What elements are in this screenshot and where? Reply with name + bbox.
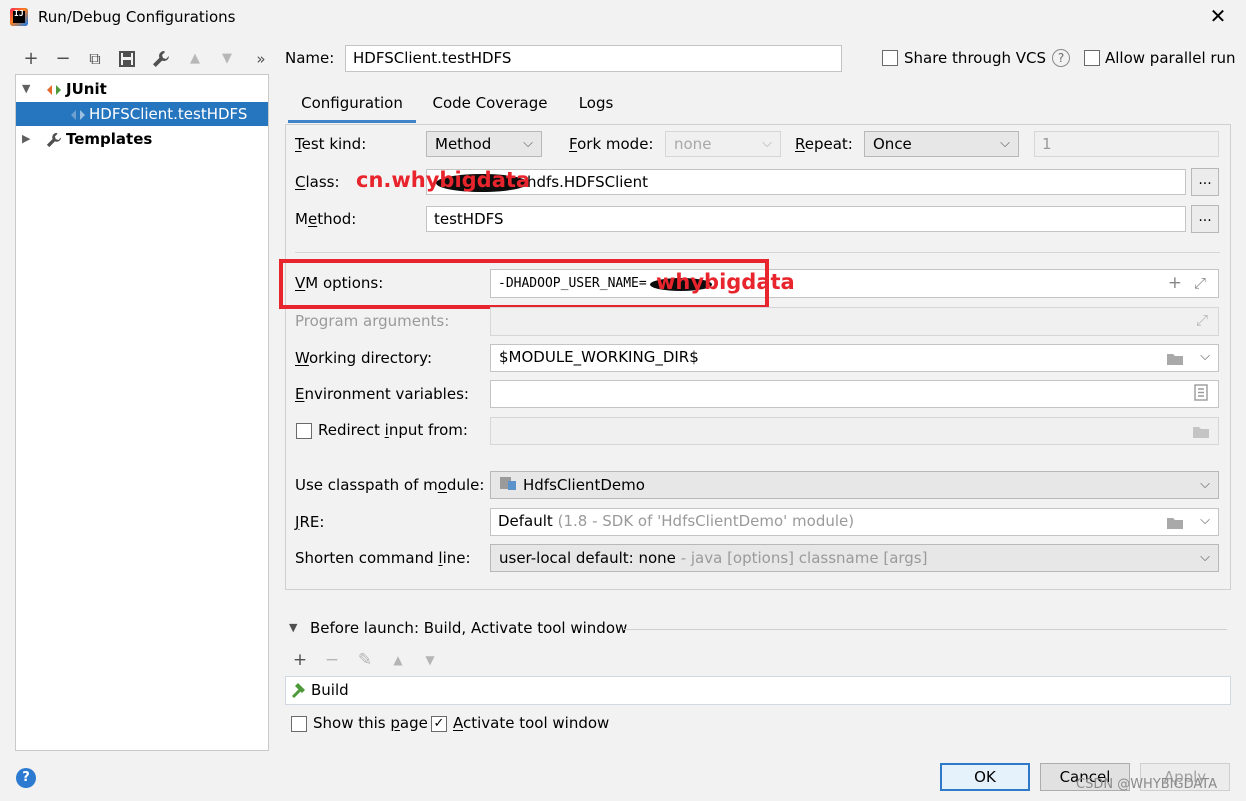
test-kind-select[interactable]: Method ⌵ xyxy=(426,131,542,157)
help-icon[interactable]: ? xyxy=(1052,49,1070,67)
config-tree[interactable]: ▼ JUnit HDFSClient.testHDFS ▶ Templates xyxy=(15,74,269,751)
module-icon xyxy=(499,473,517,499)
tab-code-coverage[interactable]: Code Coverage xyxy=(425,93,555,123)
tab-configuration[interactable]: Configuration xyxy=(288,93,416,123)
list-item[interactable]: Build xyxy=(286,679,1230,703)
expand-icon: ⤢ xyxy=(1193,274,1206,292)
repeat-count-input[interactable]: 1 xyxy=(1034,131,1219,157)
tab-logs[interactable]: Logs xyxy=(570,93,622,123)
wrench-icon[interactable] xyxy=(150,48,172,70)
fork-mode-label: Fork mode: xyxy=(569,135,654,153)
classpath-module-select[interactable]: HdfsClientDemo ⌵ xyxy=(490,471,1219,499)
tree-item-label: HDFSClient.testHDFS xyxy=(89,105,248,123)
folder-icon xyxy=(1166,510,1184,534)
working-dir-label: Working directory: xyxy=(295,349,433,367)
env-vars-input[interactable] xyxy=(490,380,1219,408)
chevron-right-icon[interactable]: ▶ xyxy=(22,127,30,151)
help-icon[interactable]: ? xyxy=(16,768,36,788)
show-page-label: Show this page xyxy=(313,714,428,732)
move-down-icon[interactable]: ▼ xyxy=(216,48,238,70)
copy-config-icon[interactable]: ⧉ xyxy=(84,48,106,70)
tree-item-junit[interactable]: ▼ JUnit xyxy=(16,77,268,101)
add-config-icon[interactable]: + xyxy=(20,48,42,70)
fork-mode-select[interactable]: none ⌵ xyxy=(665,131,781,157)
share-vcs-label: Share through VCS xyxy=(904,49,1047,67)
repeat-label: Repeat: xyxy=(795,135,853,153)
test-kind-label: Test kind: xyxy=(295,135,367,153)
program-args-label: Program arguments: xyxy=(295,312,450,330)
move-up-icon[interactable]: ▲ xyxy=(184,48,206,70)
redirect-input-label: Redirect input from: xyxy=(318,421,468,439)
parallel-run-checkbox[interactable] xyxy=(1084,50,1100,66)
chevron-down-icon: ⌵ xyxy=(1000,136,1010,151)
edit-task-icon[interactable]: ✎ xyxy=(355,650,375,670)
repeat-select[interactable]: Once ⌵ xyxy=(864,131,1019,157)
activate-tool-window-checkbox[interactable]: ✓ xyxy=(431,716,447,732)
chevron-down-icon: ⌵ xyxy=(1200,477,1210,492)
add-task-icon[interactable]: + xyxy=(290,650,310,670)
before-launch-label[interactable]: Before launch: Build, Activate tool wind… xyxy=(310,619,627,637)
expand-icon[interactable]: ⤢ xyxy=(1196,311,1208,329)
list-icon[interactable] xyxy=(1194,384,1208,405)
chevron-down-icon[interactable]: ▼ xyxy=(289,621,297,634)
redirect-input-field[interactable] xyxy=(490,417,1219,445)
jre-input[interactable]: Default (1.8 - SDK of 'HdfsClientDemo' m… xyxy=(490,508,1219,536)
intellij-app-icon: IJ xyxy=(10,8,28,26)
chevron-down-icon: ⌵ xyxy=(762,136,772,151)
parallel-run-label: Allow parallel run xyxy=(1105,49,1236,67)
chevron-down-icon: ⌵ xyxy=(1200,349,1210,364)
tree-item-label: Templates xyxy=(66,130,153,148)
method-input[interactable]: testHDFS xyxy=(426,206,1186,232)
more-icon[interactable]: » xyxy=(250,48,272,70)
working-dir-input[interactable]: $MODULE_WORKING_DIR$ ⌵ xyxy=(490,344,1219,372)
chevron-down-icon: ⌵ xyxy=(1200,513,1210,528)
remove-config-icon[interactable]: − xyxy=(52,48,74,70)
tree-item-templates[interactable]: ▶ Templates xyxy=(16,127,268,151)
class-label: Class: xyxy=(295,173,340,191)
hammer-icon xyxy=(290,681,308,703)
shorten-cmd-select[interactable]: user-local default: none - java [options… xyxy=(490,544,1219,572)
ok-button[interactable]: OK xyxy=(940,763,1030,791)
chevron-down-icon: ⌵ xyxy=(523,136,533,151)
chevron-down-icon[interactable]: ▼ xyxy=(22,77,30,101)
move-up-icon[interactable]: ▲ xyxy=(388,650,408,670)
window-title: Run/Debug Configurations xyxy=(38,8,236,26)
task-label: Build xyxy=(311,681,349,699)
save-config-icon[interactable] xyxy=(116,48,138,70)
tree-item-label: JUnit xyxy=(66,80,107,98)
jre-label: JRE: xyxy=(295,513,325,531)
expand-plus-icon: + xyxy=(1167,273,1182,293)
share-vcs-checkbox[interactable] xyxy=(882,50,898,66)
move-down-icon[interactable]: ▼ xyxy=(420,650,440,670)
show-page-checkbox[interactable] xyxy=(291,716,307,732)
chevron-down-icon: ⌵ xyxy=(1200,550,1210,565)
folder-icon xyxy=(1192,419,1210,443)
wrench-icon xyxy=(46,127,62,151)
browse-method-button[interactable]: ... xyxy=(1191,205,1219,233)
redirect-input-checkbox[interactable] xyxy=(296,423,312,439)
browse-class-button[interactable]: ... xyxy=(1191,168,1219,196)
close-icon[interactable]: ✕ xyxy=(1206,4,1230,28)
method-label: Method: xyxy=(295,210,357,228)
separator xyxy=(623,629,1227,630)
activate-tool-window-label: Activate tool window xyxy=(453,714,610,732)
env-vars-label: Environment variables: xyxy=(295,385,469,403)
class-input[interactable]: hdfs.HDFSClient xyxy=(426,169,1186,195)
program-args-input[interactable] xyxy=(490,307,1219,336)
classpath-label: Use classpath of module: xyxy=(295,476,485,494)
test-method-icon xyxy=(70,102,86,126)
separator xyxy=(295,252,1220,253)
before-launch-list[interactable]: Build xyxy=(285,676,1231,705)
annotation-highlight-box xyxy=(279,259,769,309)
folder-icon xyxy=(1166,346,1184,370)
annotation-text: cn.whybigdata xyxy=(356,168,531,192)
tree-item-hdfsclient-testhdfs[interactable]: HDFSClient.testHDFS xyxy=(16,102,268,126)
name-input[interactable]: HDFSClient.testHDFS xyxy=(345,45,842,72)
name-label: Name: xyxy=(285,49,335,67)
shorten-cmd-label: Shorten command line: xyxy=(295,549,471,567)
junit-icon xyxy=(46,77,62,101)
remove-task-icon[interactable]: − xyxy=(322,650,342,670)
watermark: CSDN @WHYBIGDATA xyxy=(1076,777,1218,792)
